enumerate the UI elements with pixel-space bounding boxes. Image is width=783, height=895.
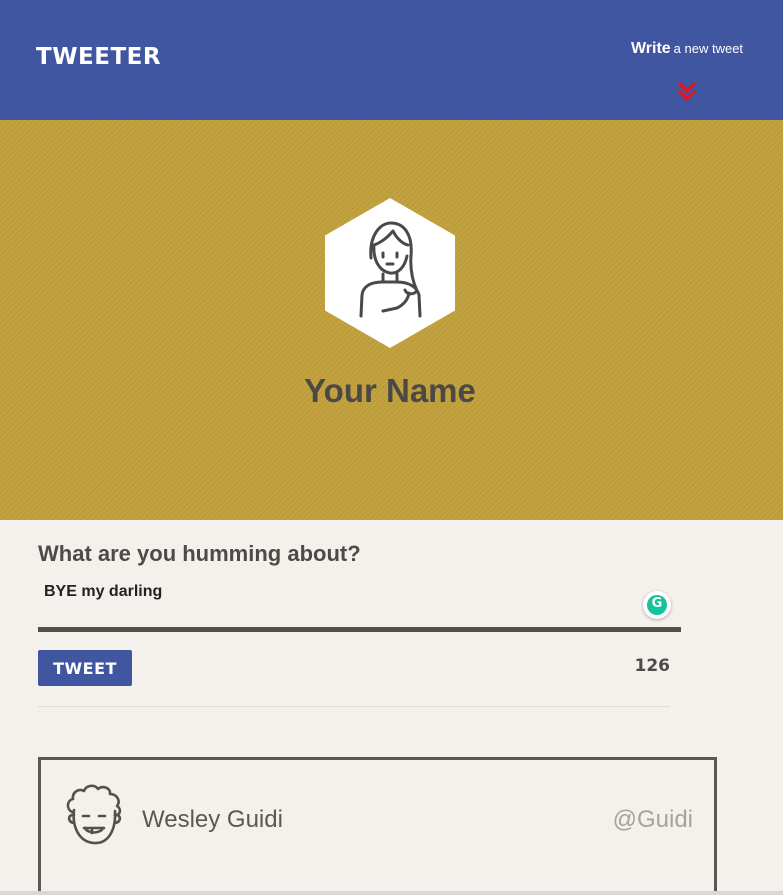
write-toggle-light: a new tweet <box>673 41 744 56</box>
tweet-button[interactable]: Tweet <box>38 650 132 686</box>
char-counter: 126 <box>634 656 671 676</box>
write-toggle-strong: Write <box>630 40 671 57</box>
divider <box>38 706 670 707</box>
tweet-author-name: Wesley Guidi <box>142 806 283 833</box>
write-tweet-toggle[interactable]: Write a new tweet <box>618 40 756 58</box>
avatar-woman-icon <box>325 198 455 348</box>
app-logo[interactable]: Tweeter <box>36 44 161 70</box>
tweet-textarea[interactable]: BYE my darling <box>38 578 681 632</box>
top-navbar: Tweeter Write a new tweet <box>0 0 783 120</box>
profile-name: Your Name <box>304 372 476 409</box>
tweet-author-handle: @Guidi <box>612 806 693 833</box>
profile-banner: Your Name <box>0 120 783 520</box>
grammarly-icon[interactable] <box>643 591 671 619</box>
tweet-card[interactable]: Wesley Guidi @Guidi <box>38 757 717 895</box>
window-bottom-edge <box>0 891 783 895</box>
chevron-double-down-icon[interactable] <box>676 80 698 102</box>
avatar-curly-hair-icon <box>66 784 122 845</box>
compose-label: What are you humming about? <box>38 541 361 566</box>
